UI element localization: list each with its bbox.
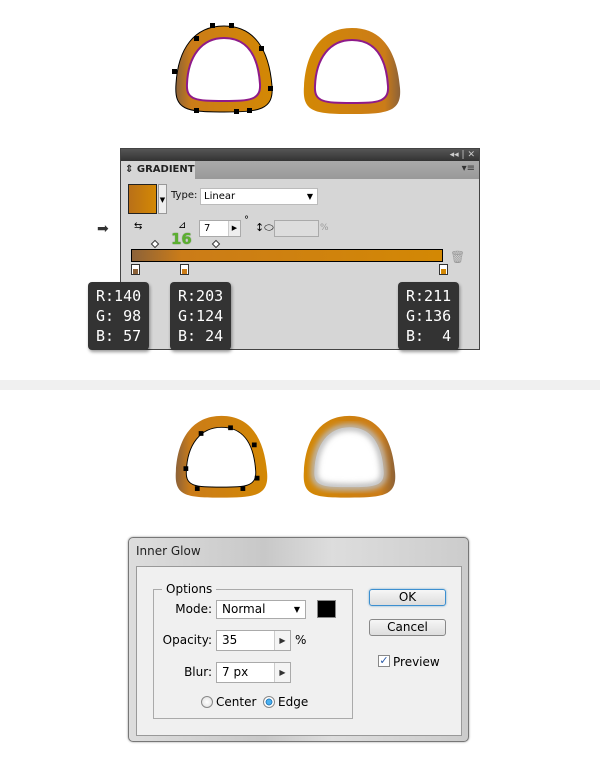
double-chevron-left-icon[interactable]: ◂◂ bbox=[450, 150, 459, 160]
panel-title-bar: ◂◂ | ✕ bbox=[121, 149, 479, 161]
shape-bottom-left bbox=[175, 415, 268, 498]
shape-top-left bbox=[172, 23, 273, 114]
glow-color-swatch[interactable] bbox=[317, 600, 336, 618]
tab-gradient[interactable]: ⇕ GRADIENT bbox=[121, 161, 195, 179]
annotation-number: 16 bbox=[171, 230, 192, 248]
trash-icon[interactable]: 🗑 bbox=[450, 250, 465, 264]
stop-rgb-info: R:203 G:124 B: 24 bbox=[170, 282, 232, 350]
gradient-slider[interactable] bbox=[131, 249, 443, 262]
center-radio[interactable] bbox=[201, 696, 213, 708]
close-icon[interactable]: ✕ bbox=[467, 150, 475, 160]
gradient-stop[interactable] bbox=[180, 264, 190, 275]
angle-input[interactable]: 7 ▶ bbox=[199, 220, 241, 237]
inner-glow-dialog: Inner Glow Options Mode: Normal ▼ Opacity… bbox=[128, 537, 469, 742]
panel-menu-icon[interactable]: ▾≡ bbox=[462, 163, 475, 174]
section-divider bbox=[0, 380, 600, 390]
opacity-stepper[interactable]: ▶ bbox=[274, 631, 290, 650]
aspect-ratio-icon: ↕⬭ bbox=[255, 221, 274, 234]
reverse-gradient-icon[interactable]: ⇆ bbox=[134, 221, 142, 232]
stop-rgb-info: R:211 G:136 B: 4 bbox=[398, 282, 460, 350]
midpoint-diamond[interactable] bbox=[211, 239, 221, 249]
options-group: Options Mode: Normal ▼ Opacity: 35 ▶ % Blu… bbox=[153, 582, 353, 719]
gradient-stop[interactable] bbox=[439, 264, 448, 275]
gradient-fill-swatch[interactable] bbox=[128, 184, 157, 214]
arrow-pointer-icon: ➡ bbox=[97, 221, 109, 237]
ok-button[interactable]: OK bbox=[369, 589, 446, 606]
edge-radio[interactable] bbox=[263, 696, 275, 708]
gradient-stop[interactable] bbox=[131, 264, 140, 275]
shape-top-right bbox=[303, 28, 401, 114]
blur-input[interactable]: 7 px ▶ bbox=[216, 662, 291, 683]
stop-rgb-info: R:140 G: 98 B: 57 bbox=[88, 282, 150, 350]
preview-checkbox[interactable]: ✓ bbox=[378, 655, 390, 667]
midpoint-diamond[interactable] bbox=[150, 239, 160, 249]
aspect-ratio-input[interactable] bbox=[274, 220, 319, 237]
dialog-title: Inner Glow bbox=[136, 544, 201, 558]
type-label: Type: bbox=[171, 190, 198, 201]
opacity-input[interactable]: 35 ▶ bbox=[216, 630, 291, 651]
gradient-swatch-dropdown[interactable]: ▼ bbox=[158, 184, 167, 214]
cancel-button[interactable]: Cancel bbox=[369, 619, 446, 636]
mode-select[interactable]: Normal ▼ bbox=[216, 600, 306, 619]
type-select[interactable]: Linear ▼ bbox=[200, 188, 318, 205]
shape-bottom-right bbox=[303, 415, 396, 498]
blur-stepper[interactable]: ▶ bbox=[274, 663, 290, 682]
